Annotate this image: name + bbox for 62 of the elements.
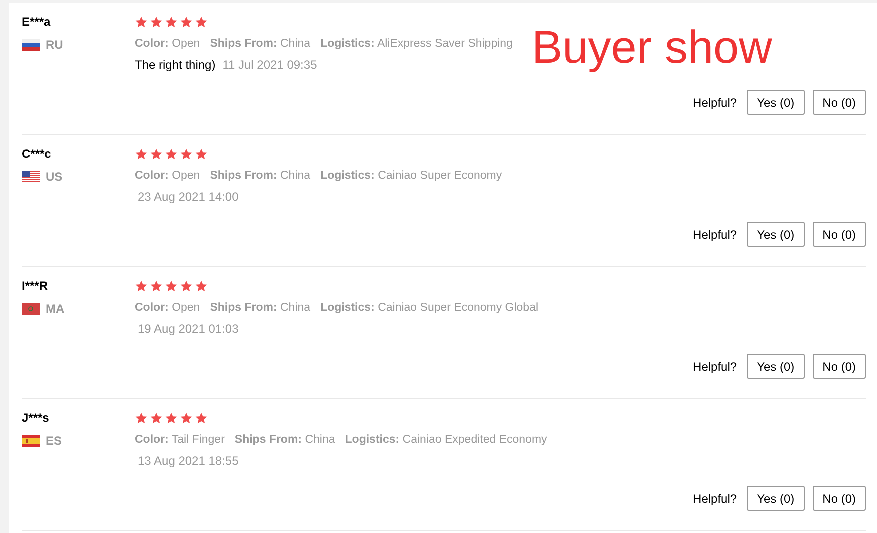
flag-icon [22,171,40,183]
review-attribute: Ships From: China [234,434,336,446]
star-icon [135,148,148,161]
reviewer-name: I***R [22,279,50,293]
review-attribute: Ships From: China [210,302,311,314]
overlay-caption: Buyer show [532,20,772,74]
star-icon [135,412,148,425]
review-attribute: Color: Tail Finger [135,434,225,446]
helpful-label: Helpful? [693,96,738,110]
star-icon [195,412,208,425]
helpful-label: Helpful? [693,360,738,374]
star-icon [150,412,163,425]
star-icon [180,412,193,425]
no-button[interactable]: No (0) [812,222,866,247]
country-code: MA [46,302,65,316]
flag-icon [22,303,40,315]
helpful-label: Helpful? [693,228,738,242]
star-icon [180,280,193,293]
yes-button[interactable]: Yes (0) [747,354,805,379]
review-attribute: Logistics: AliExpress Saver Shipping [320,38,513,50]
star-icon [165,148,178,161]
no-button[interactable]: No (0) [812,486,866,511]
review-attribute: Color: Open [135,302,200,314]
review-attribute: Color: Open [135,170,200,182]
reviewer-name: J***s [22,411,50,425]
star-icon [150,148,163,161]
helpful-label: Helpful? [693,492,738,506]
country-code: ES [46,434,62,448]
review-text: The right thing) [135,58,216,72]
star-icon [180,148,193,161]
star-icon [180,16,193,29]
flag-icon [22,39,40,51]
review-attribute: Color: Open [135,38,200,50]
review-date: 23 Aug 2021 14:00 [138,190,239,204]
star-icon [165,412,178,425]
no-button[interactable]: No (0) [812,354,866,379]
country-code: RU [46,38,64,52]
review-date: 19 Aug 2021 01:03 [138,322,239,336]
star-icon [165,16,178,29]
reviewer-name: E***a [22,15,52,29]
review-date: 11 Jul 2021 09:35 [222,58,318,72]
yes-button[interactable]: Yes (0) [747,486,805,511]
star-icon [135,280,148,293]
star-icon [150,280,163,293]
yes-button[interactable]: Yes (0) [747,90,805,115]
star-icon [195,280,208,293]
star-icon [135,16,148,29]
flag-icon [22,435,40,447]
star-icon [150,16,163,29]
review-attribute: Logistics: Cainiao Expedited Economy [345,434,548,446]
star-icon [165,280,178,293]
review-attribute: Ships From: China [210,38,311,50]
no-button[interactable]: No (0) [812,90,866,115]
review-date: 13 Aug 2021 18:55 [138,454,239,468]
review-attribute: Ships From: China [210,170,311,182]
review-attribute: Logistics: Cainiao Super Economy [320,170,502,182]
review-attribute: Logistics: Cainiao Super Economy Global [320,302,539,314]
reviewer-name: C***c [22,147,52,161]
country-code: US [46,170,63,184]
star-icon [195,16,208,29]
yes-button[interactable]: Yes (0) [747,222,805,247]
star-icon [195,148,208,161]
